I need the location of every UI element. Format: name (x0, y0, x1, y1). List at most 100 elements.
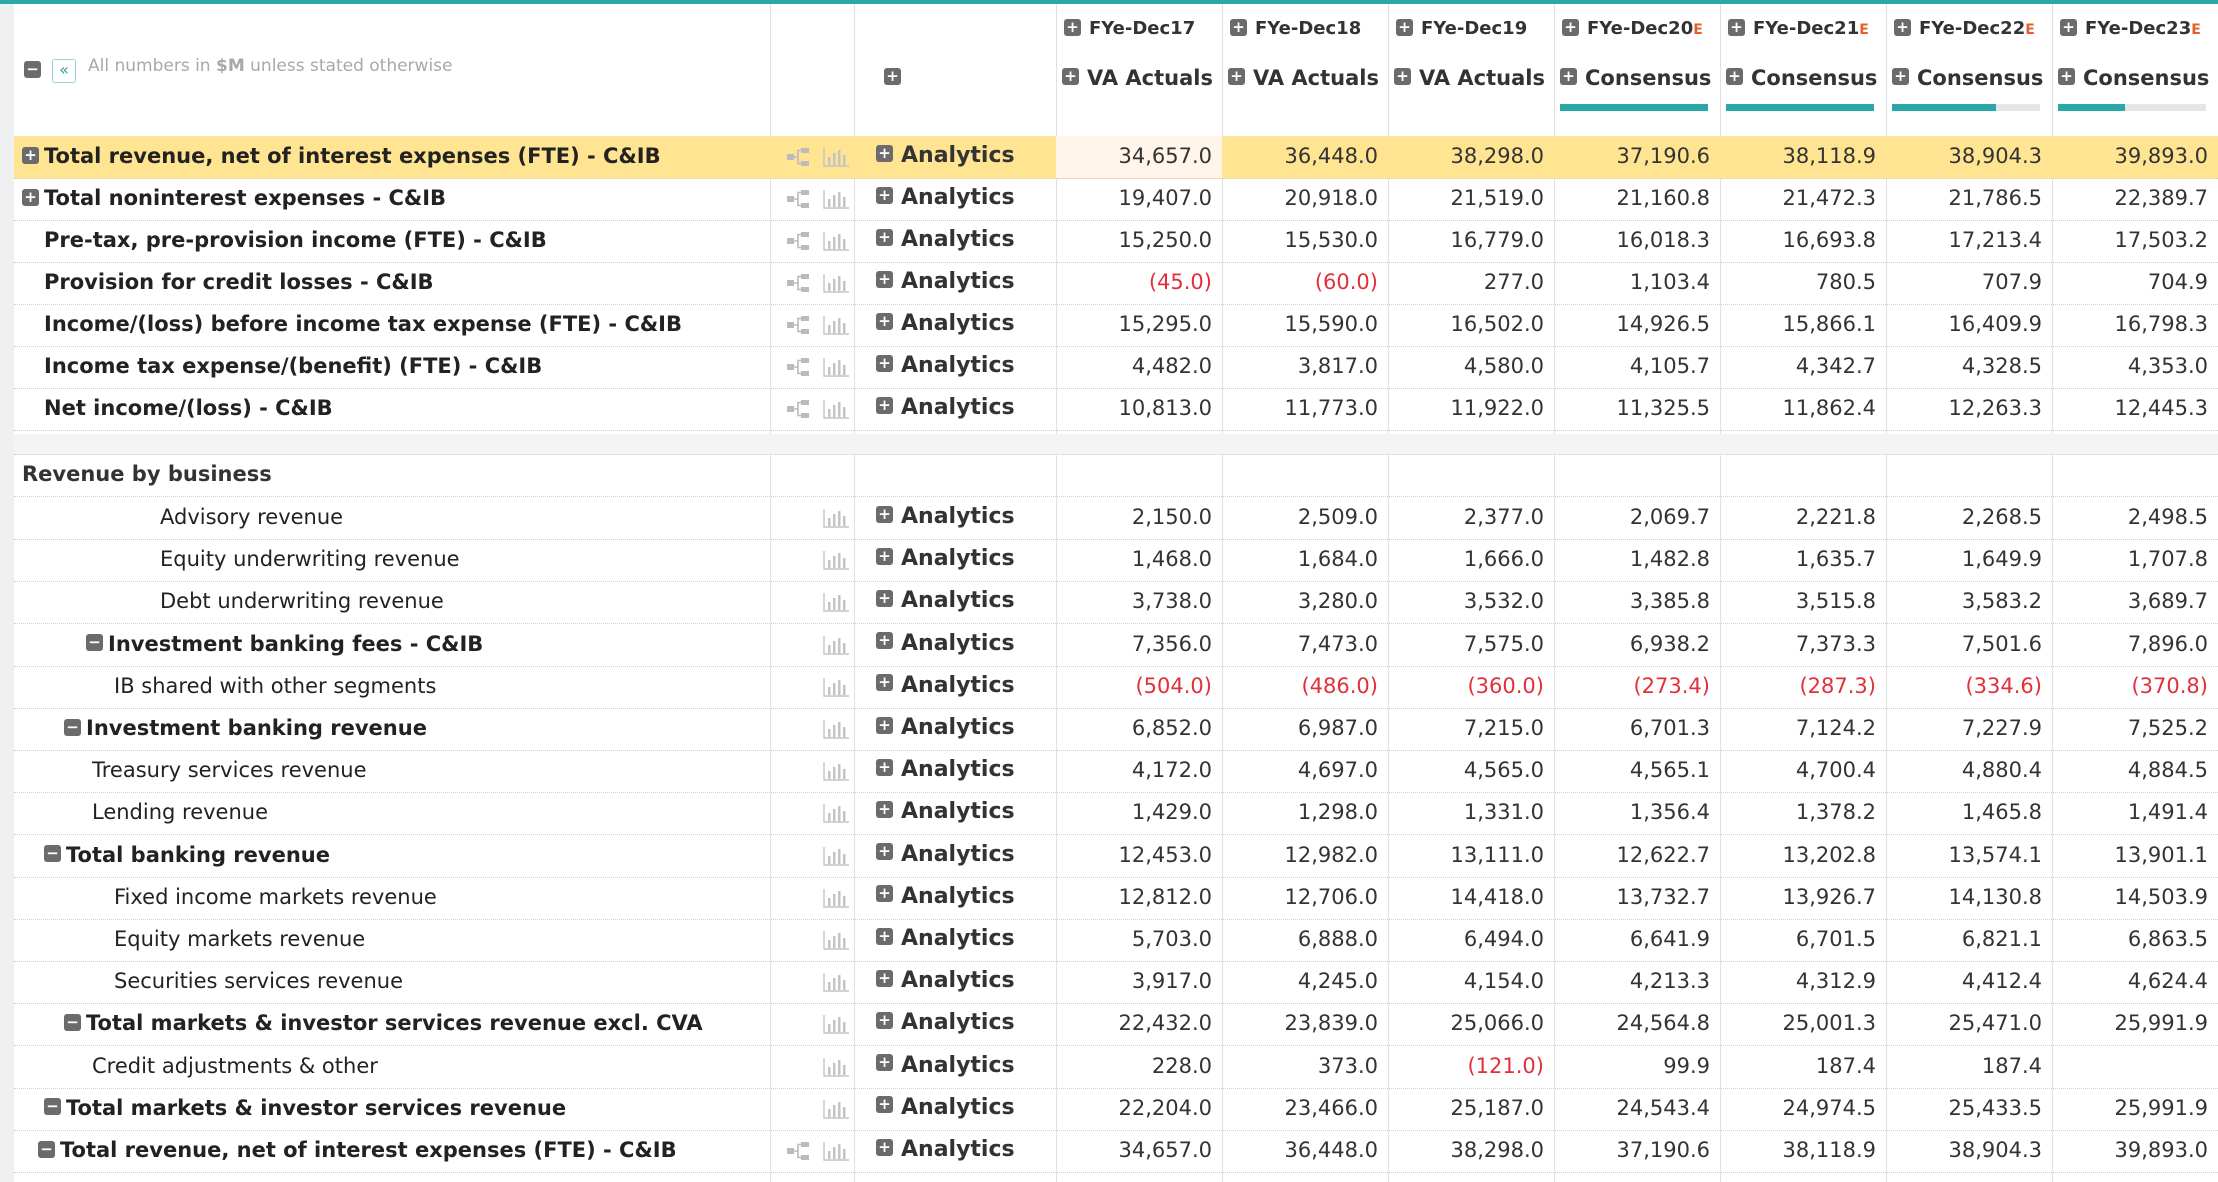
analytics-button[interactable]: + Analytics (876, 926, 1015, 951)
bar-chart-icon[interactable] (822, 719, 850, 739)
expand-row-icon[interactable]: + (876, 589, 893, 607)
value-cell[interactable]: 4,154.0 (1388, 961, 1554, 1003)
value-cell[interactable]: 37,190.6 (1554, 1130, 1720, 1172)
value-cell[interactable]: 7,356.0 (1056, 624, 1222, 666)
value-cell[interactable]: (60.0) (1222, 262, 1388, 304)
collapse-row-icon[interactable]: − (44, 845, 61, 863)
bar-chart-icon[interactable] (822, 888, 850, 908)
row-label[interactable]: − Investment banking fees - C&IB (86, 632, 483, 656)
value-cell[interactable]: 6,888.0 (1222, 919, 1388, 961)
value-cell[interactable]: 11,773.0 (1222, 388, 1388, 430)
hierarchy-icon[interactable] (786, 357, 812, 377)
value-cell[interactable]: 14,926.5 (1554, 304, 1720, 346)
analytics-button[interactable]: + Analytics (876, 673, 1015, 698)
row-label[interactable]: − Total revenue, net of interest expenses… (38, 1138, 677, 1162)
collapse-row-icon[interactable]: − (44, 1098, 61, 1116)
analytics-button[interactable]: + Analytics (876, 1010, 1015, 1035)
value-cell[interactable]: 1,356.4 (1554, 792, 1720, 834)
value-cell[interactable]: 1,649.9 (1886, 539, 2052, 581)
value-cell[interactable]: 3,583.2 (1886, 581, 2052, 623)
value-cell[interactable]: 7,215.0 (1388, 708, 1554, 750)
value-cell[interactable]: 38,298.0 (1388, 136, 1554, 178)
expand-row-icon[interactable]: + (876, 1054, 893, 1072)
expand-row-icon[interactable]: + (1062, 67, 1079, 85)
bar-chart-icon[interactable] (822, 231, 850, 251)
value-cell[interactable]: 39,893.0 (2052, 1130, 2218, 1172)
value-cell[interactable]: 1,491.4 (2052, 792, 2218, 834)
expand-row-icon[interactable]: + (1562, 18, 1579, 36)
collapse-left-icon[interactable]: « (52, 59, 76, 83)
value-cell[interactable]: 3,515.8 (1720, 581, 1886, 623)
expand-row-icon[interactable]: + (876, 716, 893, 734)
value-cell[interactable]: 24,564.8 (1554, 1003, 1720, 1045)
collapse-row-icon[interactable]: − (64, 718, 81, 736)
value-cell[interactable]: (360.0) (1388, 666, 1554, 708)
value-cell[interactable]: 25,433.5 (1886, 1088, 2052, 1130)
analytics-button[interactable]: + Analytics (876, 227, 1015, 252)
value-cell[interactable]: 23,839.0 (1222, 1003, 1388, 1045)
value-cell[interactable]: 2,377.0 (1388, 497, 1554, 539)
analytics-button[interactable]: + Analytics (876, 588, 1015, 613)
expand-row-icon[interactable]: + (876, 186, 893, 204)
bar-chart-icon[interactable] (822, 930, 850, 950)
expand-row-icon[interactable]: + (876, 396, 893, 414)
value-cell[interactable]: 3,385.8 (1554, 581, 1720, 623)
expand-row-icon[interactable]: + (22, 146, 39, 164)
value-cell[interactable]: 3,280.0 (1222, 581, 1388, 623)
value-cell[interactable]: 3,689.7 (2052, 581, 2218, 623)
collapse-row-icon[interactable]: − (38, 1140, 55, 1158)
value-cell[interactable]: 1,465.8 (1886, 792, 2052, 834)
value-cell[interactable] (2052, 1046, 2218, 1088)
row-label[interactable]: + Total noninterest expenses - C&IB (22, 186, 446, 210)
value-cell[interactable]: 3,817.0 (1222, 346, 1388, 388)
row-label[interactable]: + Total revenue, net of interest expenses… (22, 144, 661, 168)
row-label[interactable]: − Total banking revenue (44, 843, 330, 867)
value-cell[interactable]: 4,624.4 (2052, 961, 2218, 1003)
analytics-button[interactable]: + Analytics (876, 504, 1015, 529)
expand-row-icon[interactable]: + (876, 674, 893, 692)
value-cell[interactable]: 24,974.5 (1720, 1088, 1886, 1130)
value-cell[interactable]: 21,160.8 (1554, 178, 1720, 220)
value-cell[interactable]: 13,732.7 (1554, 877, 1720, 919)
value-cell[interactable]: 2,498.5 (2052, 497, 2218, 539)
hierarchy-icon[interactable] (786, 189, 812, 209)
value-cell[interactable]: 25,991.9 (2052, 1003, 2218, 1045)
column-period[interactable]: + FYe-Dec17 (1064, 18, 1195, 39)
analytics-button[interactable]: + Analytics (876, 311, 1015, 336)
expand-row-icon[interactable]: + (876, 969, 893, 987)
value-cell[interactable]: 4,565.1 (1554, 750, 1720, 792)
value-cell[interactable]: 39,893.0 (2052, 136, 2218, 178)
row-label[interactable]: Provision for credit losses - C&IB (44, 270, 434, 294)
value-cell[interactable]: 15,250.0 (1056, 220, 1222, 262)
value-cell[interactable]: 7,373.3 (1720, 624, 1886, 666)
row-label[interactable]: − Investment banking revenue (64, 716, 427, 740)
value-cell[interactable]: 1,482.8 (1554, 539, 1720, 581)
value-cell[interactable]: 15,530.0 (1222, 220, 1388, 262)
value-cell[interactable]: 13,202.8 (1720, 835, 1886, 877)
value-cell[interactable]: 1,103.4 (1554, 262, 1720, 304)
value-cell[interactable]: 13,111.0 (1388, 835, 1554, 877)
value-cell[interactable]: 21,472.3 (1720, 178, 1886, 220)
value-cell[interactable]: 6,987.0 (1222, 708, 1388, 750)
analytics-button[interactable]: + Analytics (876, 715, 1015, 740)
value-cell[interactable]: 24,543.4 (1554, 1088, 1720, 1130)
expand-row-icon[interactable]: + (876, 354, 893, 372)
value-cell[interactable]: (45.0) (1056, 262, 1222, 304)
row-label[interactable]: Net income/(loss) - C&IB (44, 396, 333, 420)
value-cell[interactable]: 4,697.0 (1222, 750, 1388, 792)
value-cell[interactable]: 22,204.0 (1056, 1088, 1222, 1130)
hierarchy-icon[interactable] (786, 315, 812, 335)
column-period[interactable]: + FYe-Dec22E (1894, 18, 2035, 39)
value-cell[interactable]: 3,738.0 (1056, 581, 1222, 623)
value-cell[interactable]: 17,213.4 (1886, 220, 2052, 262)
column-period[interactable]: + FYe-Dec23E (2060, 18, 2201, 39)
bar-chart-icon[interactable] (822, 1057, 850, 1077)
expand-row-icon[interactable]: + (876, 228, 893, 246)
value-cell[interactable]: 16,798.3 (2052, 304, 2218, 346)
expand-row-icon[interactable]: + (876, 1011, 893, 1029)
row-label[interactable]: Lending revenue (92, 800, 268, 824)
analytics-button[interactable]: + Analytics (876, 353, 1015, 378)
value-cell[interactable]: 37,190.6 (1554, 136, 1720, 178)
expand-row-icon[interactable]: + (876, 1096, 893, 1114)
value-cell[interactable]: 15,590.0 (1222, 304, 1388, 346)
